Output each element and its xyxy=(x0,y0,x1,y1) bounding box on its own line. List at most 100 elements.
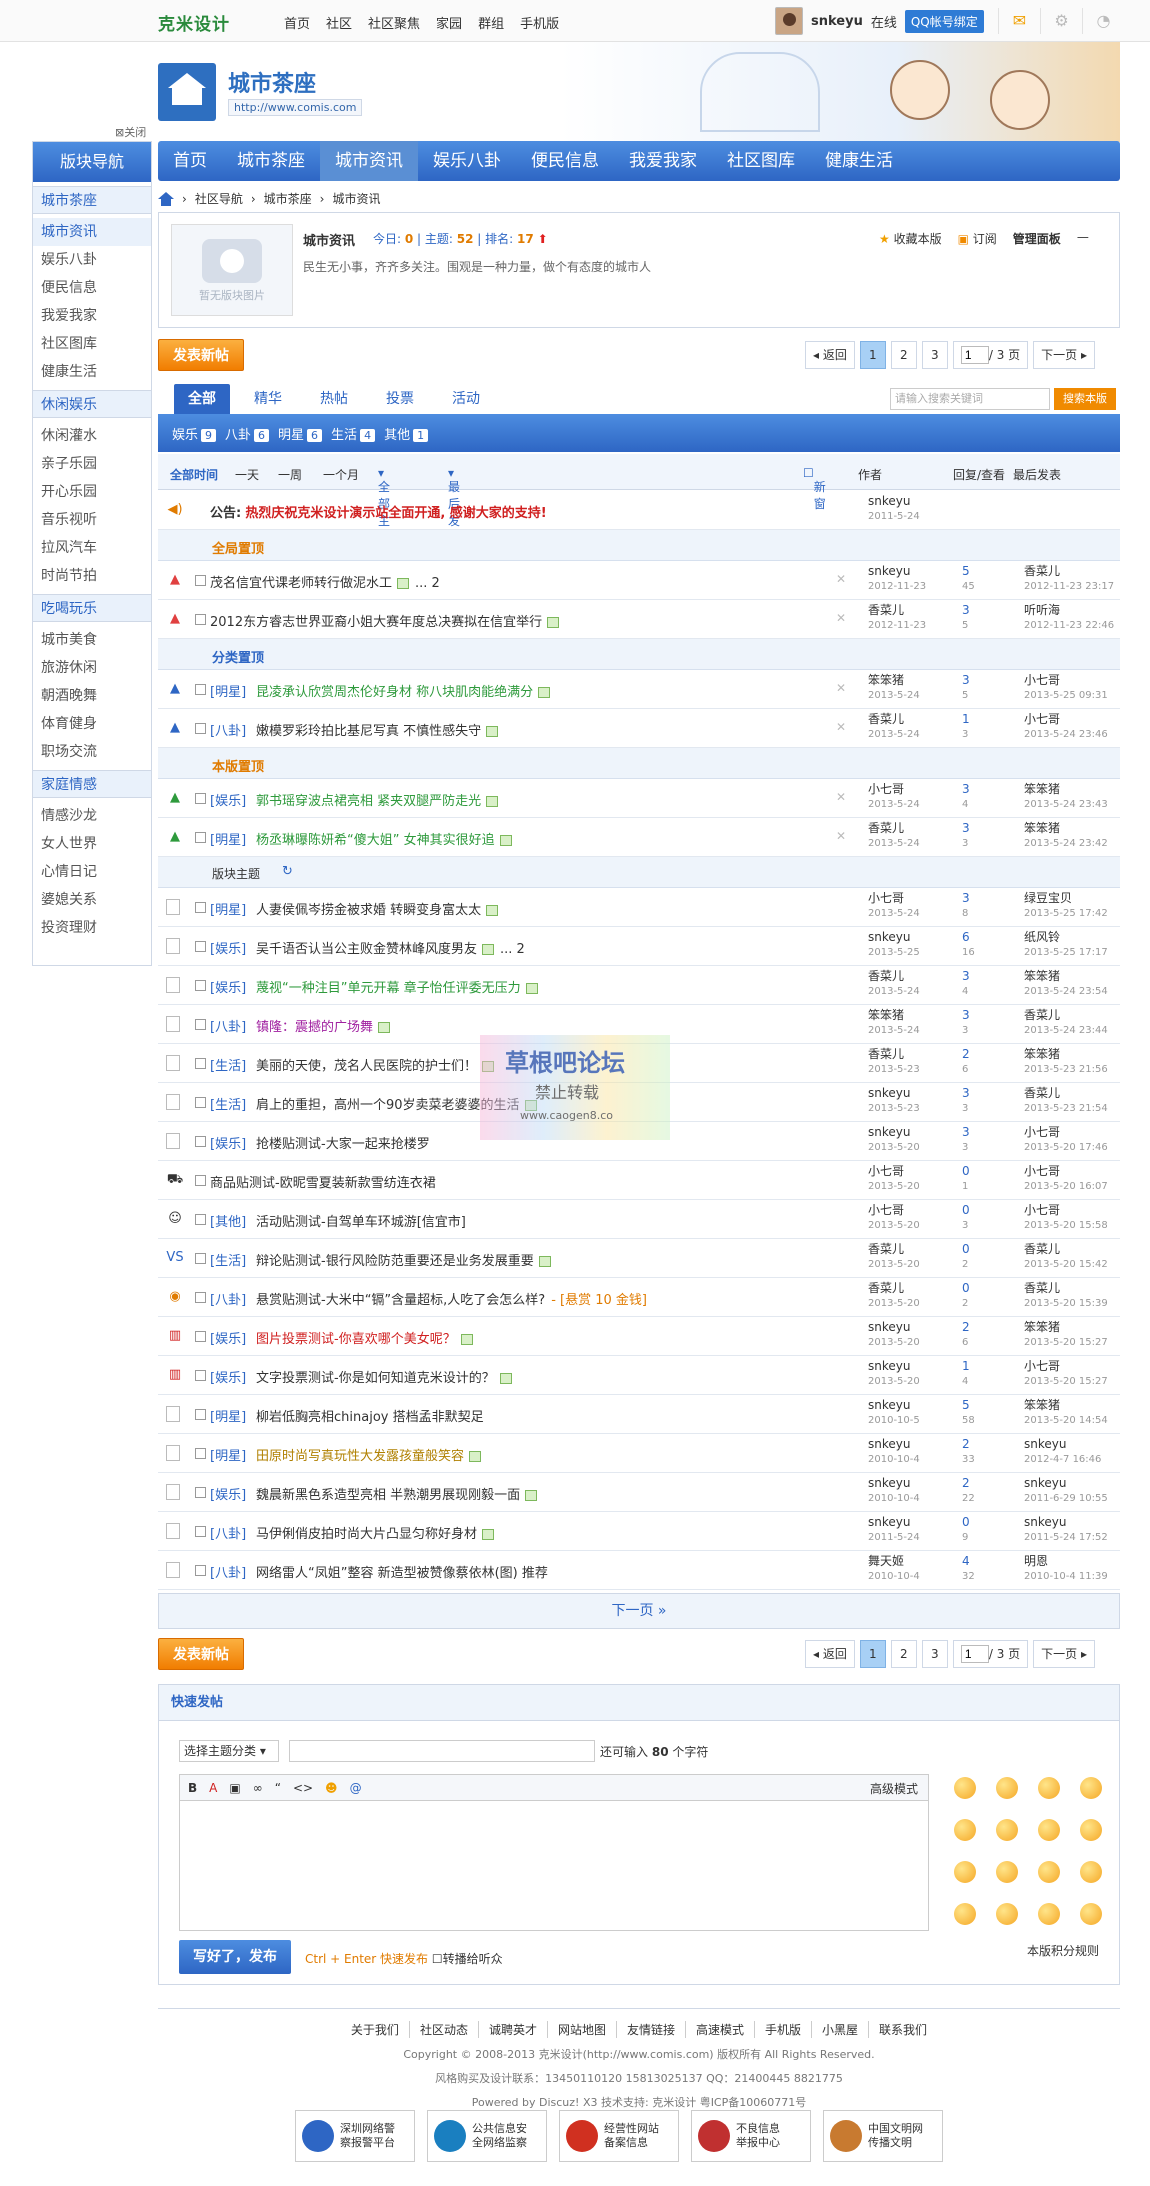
table-row[interactable]: ◉ [八卦] 悬赏贴测试-大米中“镉”含量超标,人吃了会怎么样? - [悬赏 10 金… xyxy=(158,1278,1120,1317)
rss-icon[interactable]: ◔ xyxy=(1082,8,1124,34)
search-input[interactable]: 请输入搜索关键词 xyxy=(890,388,1050,410)
sidebar-item[interactable]: 便民信息 xyxy=(33,274,151,302)
table-row[interactable]: [娱乐] 吴千语否认当公主败金赞林峰风度男友... 2 snkeyu 2013-5-2… xyxy=(158,927,1120,966)
breadcrumb-item[interactable]: 城市资讯 xyxy=(332,190,380,207)
new-window-toggle[interactable]: ☐ 新窗 xyxy=(803,466,826,511)
editor[interactable]: B A ▣ ∞ “ <> ☻ @ 高级模式 xyxy=(179,1774,929,1931)
table-row[interactable]: [娱乐] 蔑视“一种注目”单元开幕 章子怡任评委无压力 香菜儿 2013-5-24 3 4… xyxy=(158,966,1120,1005)
tab[interactable]: 热帖 xyxy=(306,384,362,414)
back-button[interactable]: ◂ 返回 xyxy=(805,1640,855,1668)
sort-latest[interactable]: 最后发表 ▾ xyxy=(448,466,460,545)
thread-category[interactable]: [娱乐] xyxy=(210,1484,246,1503)
thread-checkbox[interactable] xyxy=(195,1097,206,1108)
thread-checkbox[interactable] xyxy=(195,1448,206,1459)
smiley-icon[interactable] xyxy=(996,1777,1018,1799)
thread-title[interactable]: 图片投票测试-你喜欢哪个美女呢？ xyxy=(256,1328,473,1347)
main-nav-item[interactable]: 健康生活 xyxy=(810,141,908,181)
thread-category[interactable]: [娱乐] xyxy=(210,790,246,809)
smiley-icon[interactable] xyxy=(1080,1861,1102,1883)
thread-author[interactable]: snkeyu 2012-11-23 xyxy=(868,564,926,594)
sidebar-item[interactable]: 拉风汽车 xyxy=(33,534,151,562)
subject-input[interactable] xyxy=(289,1740,595,1762)
last-post[interactable]: 小七哥 2013-5-20 15:27 xyxy=(1024,1359,1108,1389)
thread-checkbox[interactable] xyxy=(195,723,206,734)
thread-title[interactable]: 昆凌承认欣赏周杰伦好身材 称八块肌肉能绝满分 xyxy=(256,681,551,700)
thread-author[interactable]: 笨笨猪 2013-5-24 xyxy=(868,673,920,703)
last-post[interactable]: 香菜儿 2013-5-24 23:44 xyxy=(1024,1008,1108,1038)
main-nav-item[interactable]: 社区图库 xyxy=(712,141,810,181)
close-icon[interactable]: ✕ xyxy=(836,572,846,586)
thread-author[interactable]: 香菜儿 2013-5-20 xyxy=(868,1281,920,1311)
sidebar-item[interactable]: 体育健身 xyxy=(33,710,151,738)
thread-author[interactable]: snkeyu 2010-10-4 xyxy=(868,1476,920,1506)
sidebar-item[interactable]: 女人世界 xyxy=(33,830,151,858)
thread-author[interactable]: snkeyu 2013-5-20 xyxy=(868,1320,920,1350)
last-post[interactable]: snkeyu 2011-6-29 10:55 xyxy=(1024,1476,1108,1506)
qq-bind-button[interactable]: QQ帐号绑定 xyxy=(904,9,984,33)
thread-category[interactable]: [娱乐] xyxy=(210,977,246,996)
table-row[interactable]: [八卦] 马伊俐俏皮拍时尚大片凸显匀称好身材 snkeyu 2011-5-24 0 9 sn… xyxy=(158,1512,1120,1551)
page-number[interactable]: 3 xyxy=(921,1640,948,1668)
last-post[interactable]: 纸风铃 2013-5-25 17:17 xyxy=(1024,930,1108,960)
smiley-icon[interactable] xyxy=(1038,1777,1060,1799)
advanced-mode-link[interactable]: 高级模式 xyxy=(870,1780,918,1797)
smiley-icon[interactable] xyxy=(1080,1903,1102,1925)
thread-checkbox[interactable] xyxy=(195,575,206,586)
last-post[interactable]: 明恩 2010-10-4 11:39 xyxy=(1024,1554,1108,1584)
at-icon[interactable]: @ xyxy=(350,1781,362,1795)
thread-checkbox[interactable] xyxy=(195,1292,206,1303)
thread-author[interactable]: 舞天姬 2010-10-4 xyxy=(868,1554,920,1584)
sidebar-item[interactable]: 娱乐八卦 xyxy=(33,246,151,274)
thread-author[interactable]: 笨笨猪 2013-5-24 xyxy=(868,1008,920,1038)
last-post[interactable]: snkeyu 2012-4-7 16:46 xyxy=(1024,1437,1101,1467)
quote-icon[interactable]: “ xyxy=(275,1781,281,1795)
thread-author[interactable]: snkeyu 2013-5-20 xyxy=(868,1359,920,1389)
thread-checkbox[interactable] xyxy=(195,1526,206,1537)
smiley-icon[interactable] xyxy=(1038,1903,1060,1925)
smiley-icon[interactable] xyxy=(1038,1819,1060,1841)
thread-checkbox[interactable] xyxy=(195,1019,206,1030)
smiley-icon[interactable] xyxy=(996,1819,1018,1841)
mail-icon[interactable]: ✉ xyxy=(998,8,1040,34)
thread-title[interactable]: 郭书瑶穿波点裙亮相 紧夹双腿严防走光 xyxy=(256,790,499,809)
last-post[interactable]: 小七哥 2013-5-25 09:31 xyxy=(1024,673,1108,703)
last-post[interactable]: 香菜儿 2012-11-23 23:17 xyxy=(1024,564,1114,594)
table-row[interactable]: [明星] 田原时尚写真玩性大发露孩童般笑容 snkeyu 2010-10-4 2 33 sn… xyxy=(158,1434,1120,1473)
table-row[interactable]: ▥ [娱乐] 图片投票测试-你喜欢哪个美女呢？ snkeyu 2013-5-20 2 6 笨笨… xyxy=(158,1317,1120,1356)
sidebar-item[interactable]: 城市美食 xyxy=(33,626,151,654)
filter-day[interactable]: 一天 xyxy=(235,466,259,483)
filter-month[interactable]: 一个月 xyxy=(323,466,359,483)
sidebar-item[interactable]: 婆媳关系 xyxy=(33,886,151,914)
top-nav-item[interactable]: 家园 xyxy=(436,13,462,32)
last-post[interactable]: 笨笨猪 2013-5-20 15:27 xyxy=(1024,1320,1108,1350)
manage-panel-link[interactable]: 管理面板 xyxy=(1013,230,1061,247)
last-post[interactable]: snkeyu 2011-5-24 17:52 xyxy=(1024,1515,1108,1545)
filter-all-threads[interactable]: 全部主题 ▾ xyxy=(378,466,390,545)
footer-link[interactable]: 联系我们 xyxy=(869,2021,937,2038)
thread-author[interactable]: snkeyu 2010-10-5 xyxy=(868,1398,920,1428)
thread-checkbox[interactable] xyxy=(195,1058,206,1069)
thread-category[interactable]: [娱乐] xyxy=(210,1328,246,1347)
thread-title[interactable]: 人妻侯佩岑捞金被求婚 转瞬变身富太太 xyxy=(256,899,499,918)
thread-checkbox[interactable] xyxy=(195,1175,206,1186)
sidebar-item[interactable]: 城市资讯 xyxy=(33,218,151,246)
subscribe-button[interactable]: ▣ 订阅 xyxy=(958,230,997,247)
last-post[interactable]: 笨笨猪 2013-5-20 14:54 xyxy=(1024,1398,1108,1428)
back-button[interactable]: ◂ 返回 xyxy=(805,341,855,369)
footer-link[interactable]: 诚聘英才 xyxy=(479,2021,548,2038)
close-sidebar-link[interactable]: ⊠关闭 xyxy=(115,124,146,140)
top-nav-item[interactable]: 首页 xyxy=(284,13,310,32)
smiley-icon[interactable] xyxy=(996,1903,1018,1925)
type-filter[interactable]: 八卦 6 xyxy=(225,424,270,443)
thread-category[interactable]: [娱乐] xyxy=(210,938,246,957)
thread-checkbox[interactable] xyxy=(195,832,206,843)
collapse-icon[interactable]: — xyxy=(1077,230,1089,247)
table-row[interactable]: ▲ 2012东方睿志世界亚裔小姐大赛年度总决赛拟在信宜举行 ✕ 香菜儿 2012-11-… xyxy=(158,600,1120,639)
site-logo[interactable]: 克米设计 xyxy=(158,10,230,35)
thread-author[interactable]: 香菜儿 2013-5-20 xyxy=(868,1242,920,1272)
smiley-icon[interactable] xyxy=(996,1861,1018,1883)
smiley-icon[interactable] xyxy=(954,1777,976,1799)
sidebar-item[interactable]: 音乐视听 xyxy=(33,506,151,534)
thread-category[interactable]: [生活] xyxy=(210,1250,246,1269)
last-post[interactable]: 小七哥 2013-5-20 17:46 xyxy=(1024,1125,1108,1155)
